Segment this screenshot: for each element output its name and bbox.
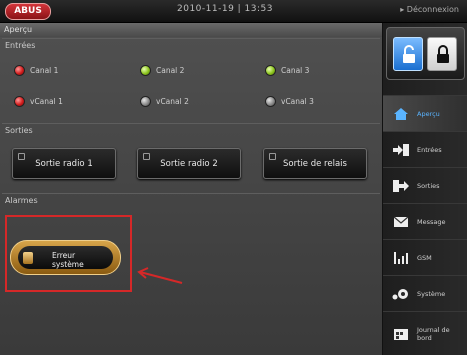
indicator-label: Canal 1 bbox=[30, 66, 59, 75]
inputs-section: Entrées Canal 1 Canal 2 Canal 3 vCanal 1… bbox=[2, 38, 380, 124]
sidebar-item-journal[interactable]: Journal de bord bbox=[383, 311, 467, 355]
sidebar-item-label: Entrées bbox=[417, 145, 442, 154]
lock-icon bbox=[437, 45, 449, 63]
sidebar: Aperçu Entrées Sorties Message GSM Systè… bbox=[382, 23, 467, 355]
disarm-button[interactable] bbox=[393, 37, 423, 71]
input-vcanal-2: vCanal 2 bbox=[140, 96, 189, 107]
indicator-label: Canal 3 bbox=[281, 66, 310, 75]
output-relay-button[interactable]: Sortie de relais bbox=[263, 148, 367, 179]
sidebar-item-label: GSM bbox=[417, 253, 432, 262]
output-radio-1-button[interactable]: Sortie radio 1 bbox=[12, 148, 116, 179]
input-canal-2: Canal 2 bbox=[140, 65, 184, 76]
sidebar-item-label: Journal de bord bbox=[417, 325, 450, 342]
inputs-title: Entrées bbox=[5, 41, 36, 50]
logout-link[interactable]: ▸ Déconnexion bbox=[400, 5, 459, 14]
indicator-label: vCanal 3 bbox=[281, 97, 314, 106]
sidebar-item-gsm[interactable]: GSM bbox=[383, 239, 467, 275]
indicator-label: vCanal 1 bbox=[30, 97, 63, 106]
sidebar-item-sorties[interactable]: Sorties bbox=[383, 167, 467, 203]
page-title: Aperçu bbox=[0, 23, 382, 37]
arm-toggle bbox=[386, 27, 465, 80]
sidebar-item-label: Message bbox=[417, 217, 446, 226]
led-gray-icon bbox=[140, 96, 151, 107]
led-gray-icon bbox=[265, 96, 276, 107]
led-green-icon bbox=[265, 65, 276, 76]
sidebar-item-message[interactable]: Message bbox=[383, 203, 467, 239]
home-icon bbox=[391, 106, 411, 122]
led-green-icon bbox=[140, 65, 151, 76]
outputs-title: Sorties bbox=[5, 126, 33, 135]
alarm-lock-icon bbox=[23, 252, 33, 264]
system-error-label: Erreur système bbox=[52, 251, 84, 269]
output-state-icon bbox=[269, 153, 276, 160]
top-bar: ABUS 2010-11-19 | 13:53 ▸ Déconnexion bbox=[0, 0, 467, 23]
input-vcanal-1: vCanal 1 bbox=[14, 96, 63, 107]
arm-button[interactable] bbox=[427, 37, 457, 71]
input-arrow-icon bbox=[391, 142, 411, 158]
output-arrow-icon bbox=[391, 178, 411, 194]
sidebar-item-label: Système bbox=[417, 289, 446, 298]
alarms-title: Alarmes bbox=[5, 196, 38, 205]
sidebar-item-label: Aperçu bbox=[417, 109, 440, 118]
system-error-button[interactable]: Erreur système bbox=[10, 240, 121, 275]
led-red-icon bbox=[14, 96, 25, 107]
input-vcanal-3: vCanal 3 bbox=[265, 96, 314, 107]
envelope-icon bbox=[391, 214, 411, 230]
indicator-label: Canal 2 bbox=[156, 66, 185, 75]
main-panel: Aperçu Entrées Canal 1 Canal 2 Canal 3 v… bbox=[0, 23, 382, 355]
output-state-icon bbox=[18, 153, 25, 160]
gears-icon bbox=[391, 286, 411, 302]
date-time: 2010-11-19 | 13:53 bbox=[177, 4, 273, 14]
output-radio-2-button[interactable]: Sortie radio 2 bbox=[137, 148, 241, 179]
indicator-label: vCanal 2 bbox=[156, 97, 189, 106]
output-state-icon bbox=[143, 153, 150, 160]
input-canal-1: Canal 1 bbox=[14, 65, 58, 76]
sidebar-item-entrees[interactable]: Entrées bbox=[383, 131, 467, 167]
sidebar-item-label: Sorties bbox=[417, 181, 440, 190]
sidebar-item-systeme[interactable]: Système bbox=[383, 275, 467, 311]
input-canal-3: Canal 3 bbox=[265, 65, 309, 76]
outputs-section: Sorties Sortie radio 1 Sortie radio 2 So… bbox=[2, 123, 380, 194]
calendar-icon bbox=[391, 326, 411, 342]
signal-bars-icon bbox=[391, 250, 411, 266]
red-arrow-icon bbox=[137, 267, 183, 284]
app-screen: ABUS 2010-11-19 | 13:53 ▸ Déconnexion Ap… bbox=[0, 0, 467, 355]
led-red-icon bbox=[14, 65, 25, 76]
sidebar-item-apercu[interactable]: Aperçu bbox=[383, 95, 467, 131]
unlock-icon bbox=[403, 45, 415, 63]
brand-logo: ABUS bbox=[5, 3, 51, 20]
